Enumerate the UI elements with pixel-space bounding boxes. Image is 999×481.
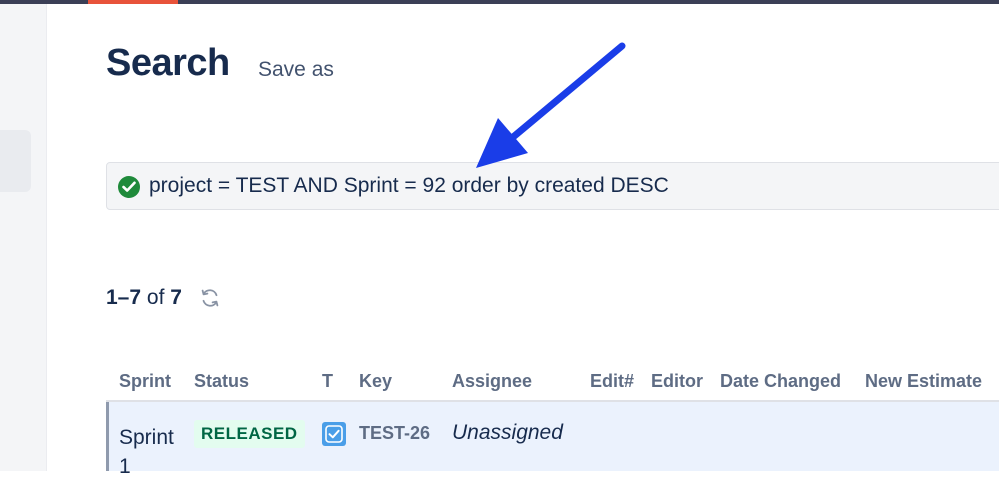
column-header-date-changed[interactable]: Date Changed — [720, 371, 841, 392]
column-header-new-estimate[interactable]: New Estimate — [865, 371, 982, 392]
column-header-sprint[interactable]: Sprint — [119, 371, 171, 392]
column-header-type[interactable]: T — [322, 371, 333, 392]
column-header-status[interactable]: Status — [194, 371, 249, 392]
result-count: 1–7 of 7 — [106, 286, 182, 310]
refresh-icon[interactable] — [199, 287, 221, 309]
status-badge: RELEASED — [194, 420, 305, 448]
column-header-edit-count[interactable]: Edit# — [590, 371, 634, 392]
result-of-label: of — [146, 286, 165, 309]
cell-assignee: Unassigned — [452, 421, 563, 444]
result-range: 1–7 — [106, 286, 142, 309]
cell-sprint: Sprint 1 — [119, 426, 174, 478]
result-total: 7 — [170, 286, 182, 309]
column-header-assignee[interactable]: Assignee — [452, 371, 532, 392]
task-checkbox-icon — [322, 422, 346, 446]
column-header-editor[interactable]: Editor — [651, 371, 703, 392]
issue-key-link[interactable]: TEST-26 — [359, 423, 430, 444]
column-header-key[interactable]: Key — [359, 371, 392, 392]
